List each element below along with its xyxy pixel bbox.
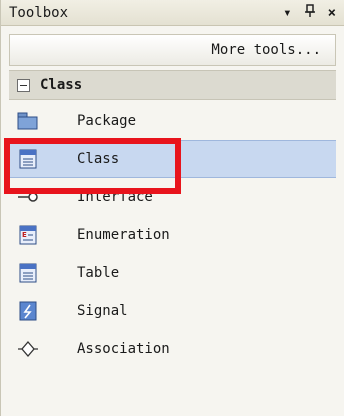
tool-item-label: Table bbox=[77, 265, 120, 281]
collapse-icon[interactable] bbox=[17, 78, 30, 92]
tool-item-label: Interface bbox=[77, 189, 153, 205]
tool-item-interface[interactable]: Interface bbox=[9, 178, 336, 216]
category-label: Class bbox=[40, 77, 83, 93]
toolbox-items: Package Class Interface E Enumeration Ta… bbox=[4, 102, 336, 368]
close-icon[interactable]: × bbox=[328, 5, 336, 21]
svg-text:E: E bbox=[22, 231, 27, 239]
tool-item-label: Enumeration bbox=[77, 227, 170, 243]
pin-icon[interactable] bbox=[304, 3, 316, 22]
table-icon bbox=[17, 262, 39, 284]
more-tools-label: More tools... bbox=[211, 42, 321, 58]
tool-item-label: Class bbox=[77, 151, 120, 167]
toolbox-titlebar: Toolbox ▾ × bbox=[1, 0, 344, 26]
tool-item-package[interactable]: Package bbox=[9, 102, 336, 140]
tool-item-label: Package bbox=[77, 113, 137, 129]
tool-item-signal[interactable]: Signal bbox=[9, 292, 336, 330]
class-icon bbox=[17, 148, 39, 170]
category-header-class[interactable]: Class bbox=[9, 70, 336, 100]
tool-item-label: Association bbox=[77, 341, 170, 357]
package-icon bbox=[17, 110, 39, 132]
dropdown-icon[interactable]: ▾ bbox=[283, 5, 291, 21]
signal-icon bbox=[17, 300, 39, 322]
enumeration-icon: E bbox=[17, 224, 39, 246]
tool-item-label: Signal bbox=[77, 303, 128, 319]
tool-item-table[interactable]: Table bbox=[9, 254, 336, 292]
toolbox-panel: Toolbox ▾ × More tools... Class Package … bbox=[0, 0, 344, 416]
association-icon bbox=[17, 338, 39, 360]
titlebar-buttons: ▾ × bbox=[283, 3, 336, 22]
panel-title: Toolbox bbox=[9, 4, 69, 21]
tool-item-enumeration[interactable]: E Enumeration bbox=[9, 216, 336, 254]
tool-item-association[interactable]: Association bbox=[9, 330, 336, 368]
tool-item-class[interactable]: Class bbox=[9, 140, 336, 178]
interface-icon bbox=[17, 186, 39, 208]
more-tools-button[interactable]: More tools... bbox=[9, 34, 336, 66]
